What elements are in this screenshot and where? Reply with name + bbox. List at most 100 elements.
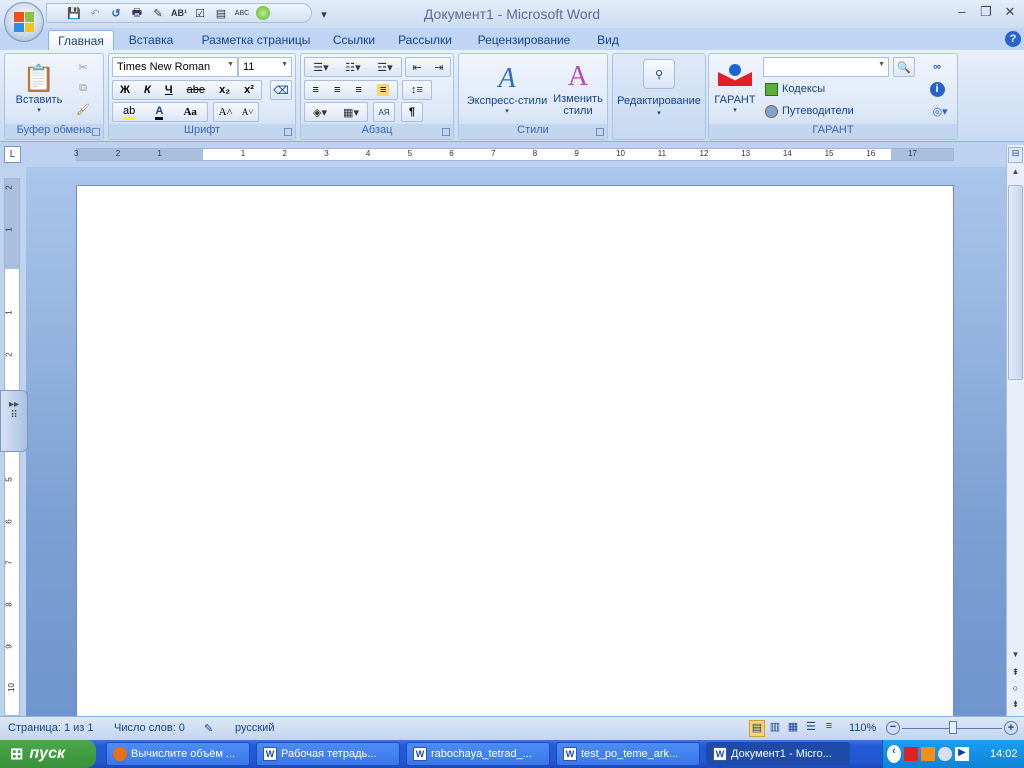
highlight-button[interactable]: ab bbox=[123, 105, 136, 120]
borders-icon[interactable]: ▦▾ bbox=[343, 106, 359, 119]
underline-button[interactable]: Ч bbox=[165, 84, 173, 96]
dialog-launcher-icon[interactable] bbox=[284, 128, 292, 136]
zoom-slider-thumb[interactable] bbox=[949, 721, 958, 734]
full-screen-reading-icon[interactable]: ▥ bbox=[767, 720, 783, 737]
link-icon[interactable]: ∞ bbox=[927, 58, 947, 76]
tab-review[interactable]: Рецензирование bbox=[474, 30, 574, 51]
italic-button[interactable]: К bbox=[144, 84, 151, 96]
taskbar-item-active[interactable]: W Документ1 - Micro... bbox=[706, 742, 850, 766]
taskbar-item[interactable]: W Рабочая тетрадь... bbox=[256, 742, 400, 766]
select-browse-object-icon[interactable]: ○ bbox=[1008, 683, 1023, 693]
garant-search-input[interactable]: ▼ bbox=[763, 57, 889, 77]
info-icon[interactable]: i bbox=[927, 80, 947, 98]
tab-selector-icon[interactable]: L bbox=[4, 146, 21, 163]
shading-icon[interactable]: ◈▾ bbox=[313, 106, 327, 119]
editing-group[interactable]: ⚲ Редактирование ▾ bbox=[612, 53, 706, 140]
tab-home[interactable]: Главная bbox=[48, 30, 114, 51]
show-formatting-button[interactable]: ¶ bbox=[401, 102, 423, 122]
garant-button[interactable]: ГАРАНТ ▾ bbox=[711, 56, 759, 122]
draft-icon[interactable]: ≡ bbox=[821, 720, 837, 737]
clear-formatting-icon[interactable]: ⌫ bbox=[270, 80, 292, 100]
web-layout-icon[interactable]: ▦ bbox=[785, 720, 801, 737]
copy-icon[interactable]: ⧉ bbox=[73, 79, 93, 97]
quick-styles-button[interactable]: A Экспресс-стили ▾ bbox=[461, 56, 553, 122]
media-player-icon[interactable]: ▶ bbox=[955, 747, 969, 761]
clock: 14:02 bbox=[990, 748, 1018, 760]
decrease-indent-icon[interactable]: ⇤ bbox=[412, 61, 421, 74]
internet-icon[interactable]: ◎▾ bbox=[927, 102, 953, 120]
language[interactable]: русский bbox=[235, 722, 274, 734]
change-styles-button[interactable]: A Изменить стили bbox=[551, 56, 605, 122]
guides-button[interactable]: Путеводители bbox=[765, 102, 854, 120]
multilevel-list-icon[interactable]: ☲▾ bbox=[377, 61, 392, 74]
tray-app-icon[interactable] bbox=[921, 747, 935, 761]
paste-button[interactable]: 📋 Вставить ▾ bbox=[9, 58, 69, 118]
office-button[interactable] bbox=[4, 2, 44, 42]
font-size-select[interactable]: 11 ▼ bbox=[238, 57, 292, 77]
strikethrough-button[interactable]: abe bbox=[187, 84, 205, 96]
alignment-buttons: ≡ ≡ ≡ ≡ bbox=[304, 80, 398, 100]
ruler-tick: 14 bbox=[782, 149, 792, 158]
codes-button[interactable]: Кодексы bbox=[765, 80, 825, 98]
shrink-font-button[interactable]: A˅ bbox=[242, 107, 254, 117]
tab-mailings[interactable]: Рассылки bbox=[394, 30, 456, 51]
justify-icon[interactable]: ≡ bbox=[377, 84, 390, 96]
taskbar-item[interactable]: Wrabochaya_tetrad_... bbox=[406, 742, 550, 766]
tab-references[interactable]: Ссылки bbox=[326, 30, 382, 51]
document-page[interactable] bbox=[76, 185, 954, 725]
taskbar-item[interactable]: Wtest_po_teme_ark... bbox=[556, 742, 700, 766]
page-count[interactable]: Страница: 1 из 1 bbox=[8, 722, 94, 734]
line-spacing-icon[interactable]: ↕≡ bbox=[402, 80, 432, 100]
font-name-select[interactable]: Times New Roman ▼ bbox=[112, 57, 238, 77]
side-panel-handle[interactable]: ▸▸ ⠿ bbox=[0, 390, 28, 452]
zoom-in-button[interactable]: + bbox=[1004, 721, 1018, 735]
vertical-scrollbar[interactable]: ⊟ ▲ ▼ ⇞ ○ ⇟ bbox=[1006, 145, 1024, 716]
print-layout-icon[interactable]: ▤ bbox=[749, 720, 765, 737]
tray-disc-icon[interactable] bbox=[938, 747, 952, 761]
tab-page-layout[interactable]: Разметка страницы bbox=[194, 30, 318, 51]
format-painter-icon[interactable]: 🖌 bbox=[73, 100, 93, 118]
minimize-button[interactable]: – bbox=[950, 4, 974, 22]
bold-button[interactable]: Ж bbox=[120, 84, 130, 96]
close-button[interactable]: ✕ bbox=[998, 4, 1022, 22]
scroll-down-icon[interactable]: ▼ bbox=[1008, 650, 1023, 659]
dialog-launcher-icon[interactable] bbox=[92, 128, 100, 136]
font-color-button[interactable]: A bbox=[155, 105, 164, 120]
next-page-icon[interactable]: ⇟ bbox=[1008, 699, 1023, 710]
restore-button[interactable]: ❐ bbox=[974, 4, 998, 22]
font-group-label: Шрифт bbox=[109, 124, 295, 139]
help-icon[interactable]: ? bbox=[1005, 31, 1021, 47]
cut-icon[interactable]: ✂ bbox=[73, 58, 93, 76]
previous-page-icon[interactable]: ⇞ bbox=[1008, 667, 1023, 678]
horizontal-ruler[interactable]: 3 2 1 1 2 3 4 5 6 7 8 9 10 11 12 13 14 15 16 17 bbox=[74, 148, 954, 161]
numbering-icon[interactable]: ☷▾ bbox=[345, 61, 360, 74]
change-case-button[interactable]: Aa bbox=[183, 106, 196, 118]
view-ruler-icon[interactable]: ⊟ bbox=[1008, 147, 1023, 163]
zoom-out-button[interactable]: − bbox=[886, 721, 900, 735]
font-format-buttons: Ж К Ч abe x₂ x² bbox=[112, 80, 262, 100]
taskbar-item[interactable]: Вычислите объём ... bbox=[106, 742, 250, 766]
bullets-icon[interactable]: ☰▾ bbox=[313, 61, 328, 74]
zoom-level[interactable]: 110% bbox=[849, 722, 876, 734]
grow-font-button[interactable]: A˄ bbox=[219, 106, 233, 118]
scroll-up-icon[interactable]: ▲ bbox=[1008, 167, 1023, 182]
tab-view[interactable]: Вид bbox=[592, 30, 624, 51]
search-icon[interactable]: 🔍 bbox=[893, 57, 915, 77]
start-button[interactable]: ⊞ пуск bbox=[0, 740, 96, 768]
scroll-thumb[interactable] bbox=[1008, 185, 1023, 380]
antivirus-icon[interactable] bbox=[904, 747, 918, 761]
word-count[interactable]: Число слов: 0 bbox=[114, 722, 185, 734]
dialog-launcher-icon[interactable] bbox=[442, 128, 450, 136]
outline-icon[interactable]: ☰ bbox=[803, 720, 819, 737]
tab-insert[interactable]: Вставка bbox=[122, 30, 180, 51]
dialog-launcher-icon[interactable] bbox=[596, 128, 604, 136]
align-right-icon[interactable]: ≡ bbox=[356, 84, 362, 96]
show-hidden-icons-button[interactable]: ‹ bbox=[887, 745, 901, 763]
align-center-icon[interactable]: ≡ bbox=[334, 84, 340, 96]
sort-button[interactable]: АЯ bbox=[373, 102, 395, 122]
align-left-icon[interactable]: ≡ bbox=[313, 84, 319, 96]
subscript-button[interactable]: x₂ bbox=[219, 84, 230, 96]
superscript-button[interactable]: x² bbox=[244, 84, 254, 96]
proofing-icon[interactable]: ✎ bbox=[204, 722, 213, 735]
increase-indent-icon[interactable]: ⇥ bbox=[434, 61, 443, 74]
